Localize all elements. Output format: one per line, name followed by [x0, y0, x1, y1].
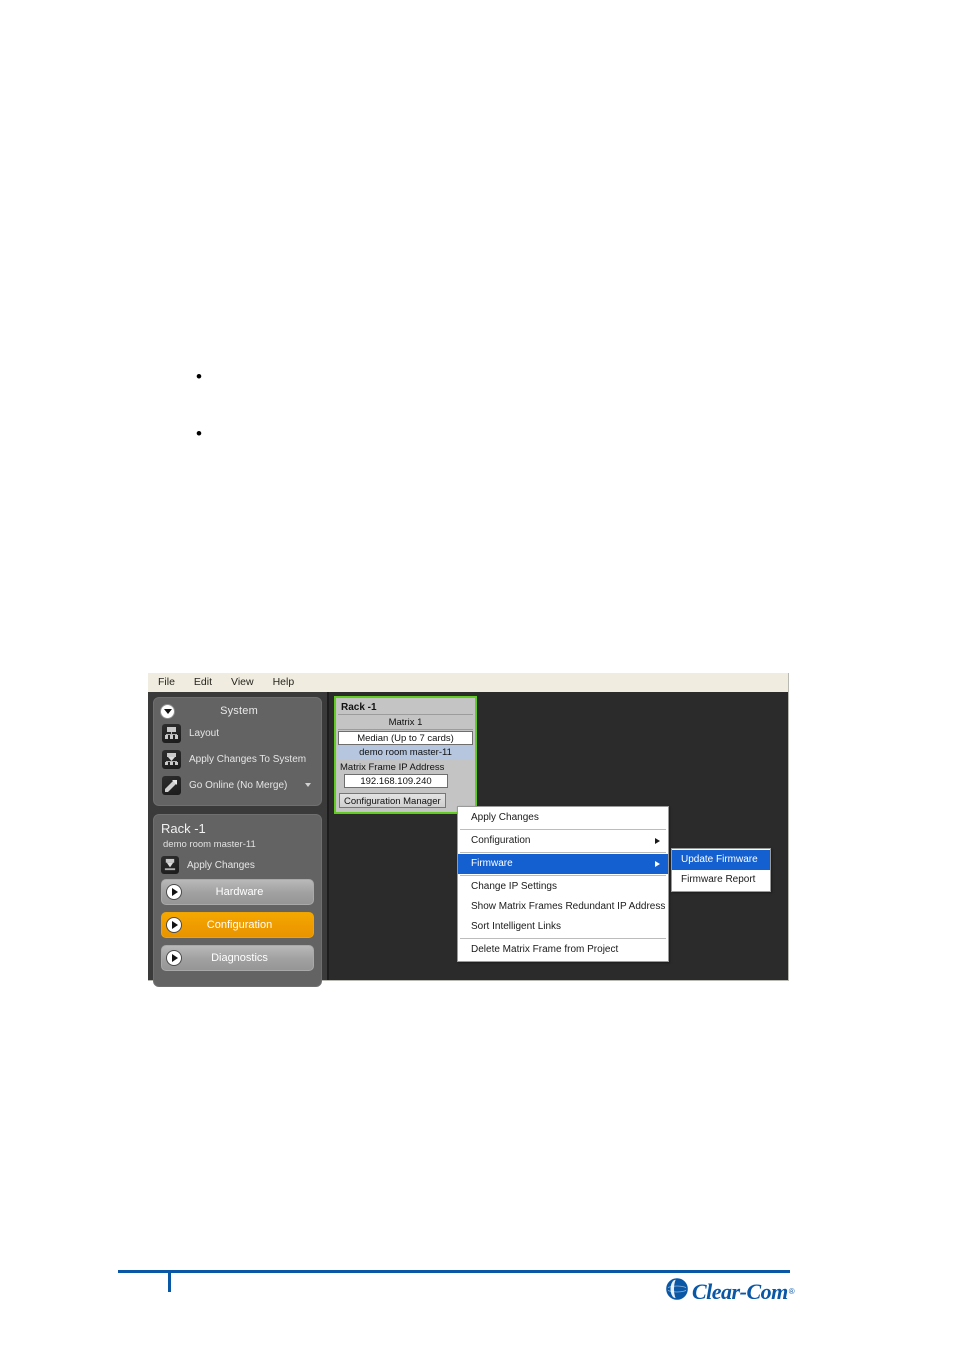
system-panel-title: System: [220, 705, 258, 717]
system-panel: System Layout Apply Changes To System Go…: [153, 697, 322, 806]
rack-button-label: Hardware: [215, 886, 264, 898]
context-menu-item-change-ip-settings[interactable]: Change IP Settings: [458, 877, 668, 897]
rack-apply-changes-label: Apply Changes: [187, 859, 255, 871]
brand-logo: Clear-Com ®: [666, 1278, 795, 1305]
menu-help[interactable]: Help: [273, 673, 295, 692]
nav-item-label: Layout: [189, 727, 220, 739]
frame-device-chip[interactable]: demo room master-11: [338, 746, 473, 760]
chevron-down-icon[interactable]: [305, 783, 311, 787]
submenu-item-firmware-report[interactable]: Firmware Report: [672, 870, 770, 890]
menu-separator: [460, 938, 666, 939]
expand-right-icon: [166, 917, 182, 933]
context-menu-item-firmware[interactable]: Firmware: [458, 854, 668, 874]
expand-right-icon: [166, 950, 182, 966]
clearcom-globe-icon: [666, 1278, 688, 1305]
context-menu-item-apply-changes[interactable]: Apply Changes: [458, 808, 668, 828]
frame-model-field[interactable]: Median (Up to 7 cards): [338, 731, 473, 745]
list-item: •: [196, 367, 696, 427]
expand-right-icon: [166, 884, 182, 900]
context-menu-item-label: Configuration: [471, 835, 531, 846]
nav-item-apply-changes-to-system[interactable]: Apply Changes To System: [160, 746, 315, 772]
chevron-down-icon[interactable]: [160, 703, 175, 719]
context-menu-item-delete-matrix-frame[interactable]: Delete Matrix Frame from Project: [458, 940, 668, 960]
context-menu-item-sort-intelligent-links[interactable]: Sort Intelligent Links: [458, 917, 668, 937]
menu-bar: File Edit View Help: [148, 673, 788, 692]
nav-item-go-online[interactable]: Go Online (No Merge): [160, 772, 315, 798]
context-menu-item-label: Firmware: [471, 858, 513, 869]
frame-ip-label: Matrix Frame IP Address: [340, 762, 445, 773]
navigator-pane: System Layout Apply Changes To System Go…: [148, 692, 329, 987]
matrix-frame-card[interactable]: Rack -1 Matrix 1 Median (Up to 7 cards) …: [334, 696, 477, 814]
rack-panel-title: Rack -1: [161, 821, 206, 836]
application-window: File Edit View Help System Layout Apply …: [148, 673, 789, 987]
menu-view[interactable]: View: [231, 673, 254, 692]
footer-tick-mark: [168, 1270, 171, 1292]
context-menu-item-configuration[interactable]: Configuration: [458, 831, 668, 851]
go-online-icon: [162, 775, 181, 795]
workspace-canvas[interactable]: Rack -1 Matrix 1 Median (Up to 7 cards) …: [329, 692, 788, 980]
rack-button-label: Diagnostics: [211, 952, 268, 964]
context-submenu-firmware[interactable]: Update Firmware Firmware Report: [671, 848, 771, 892]
chevron-right-icon: [655, 838, 660, 844]
nav-item-layout[interactable]: Layout: [160, 720, 315, 746]
rack-button-configuration[interactable]: Configuration: [161, 912, 314, 938]
configuration-manager-button[interactable]: Configuration Manager: [339, 793, 446, 808]
nav-item-label: Go Online (No Merge): [189, 779, 288, 791]
trademark-mark: ®: [788, 1287, 795, 1296]
menu-separator: [460, 875, 666, 876]
bullet-marker: •: [196, 367, 202, 386]
footer-rule: [118, 1270, 790, 1273]
bullet-list: • •: [196, 367, 696, 484]
submenu-item-update-firmware[interactable]: Update Firmware: [672, 850, 770, 870]
application-body: System Layout Apply Changes To System Go…: [148, 692, 788, 987]
rack-button-label: Configuration: [206, 919, 273, 931]
rack-button-hardware[interactable]: Hardware: [161, 879, 314, 905]
rack-panel-subtitle: demo room master-11: [163, 839, 256, 850]
apply-changes-icon: [162, 749, 181, 769]
rack-button-diagnostics[interactable]: Diagnostics: [161, 945, 314, 971]
chevron-right-icon: [655, 861, 660, 867]
nav-item-label: Apply Changes To System: [189, 753, 307, 765]
frame-ip-field[interactable]: 192.168.109.240: [344, 774, 448, 788]
rack-panel: Rack -1 demo room master-11 Apply Change…: [153, 814, 322, 987]
list-item: •: [196, 424, 696, 484]
menu-separator: [460, 852, 666, 853]
rack-apply-changes[interactable]: Apply Changes: [161, 854, 314, 876]
frame-matrix-label: Matrix 1: [338, 715, 473, 730]
bullet-marker: •: [196, 424, 202, 443]
apply-changes-icon: [161, 856, 179, 874]
frame-name: Rack -1: [338, 700, 473, 715]
brand-name: Clear-Com: [692, 1278, 788, 1304]
menu-file[interactable]: File: [158, 673, 175, 692]
menu-edit[interactable]: Edit: [194, 673, 212, 692]
menu-separator: [460, 829, 666, 830]
context-menu[interactable]: Apply Changes Configuration Firmware Cha…: [457, 806, 669, 962]
layout-icon: [162, 723, 181, 743]
context-menu-item-show-redundant-ip[interactable]: Show Matrix Frames Redundant IP Address: [458, 897, 668, 917]
system-panel-header[interactable]: System: [160, 702, 315, 720]
